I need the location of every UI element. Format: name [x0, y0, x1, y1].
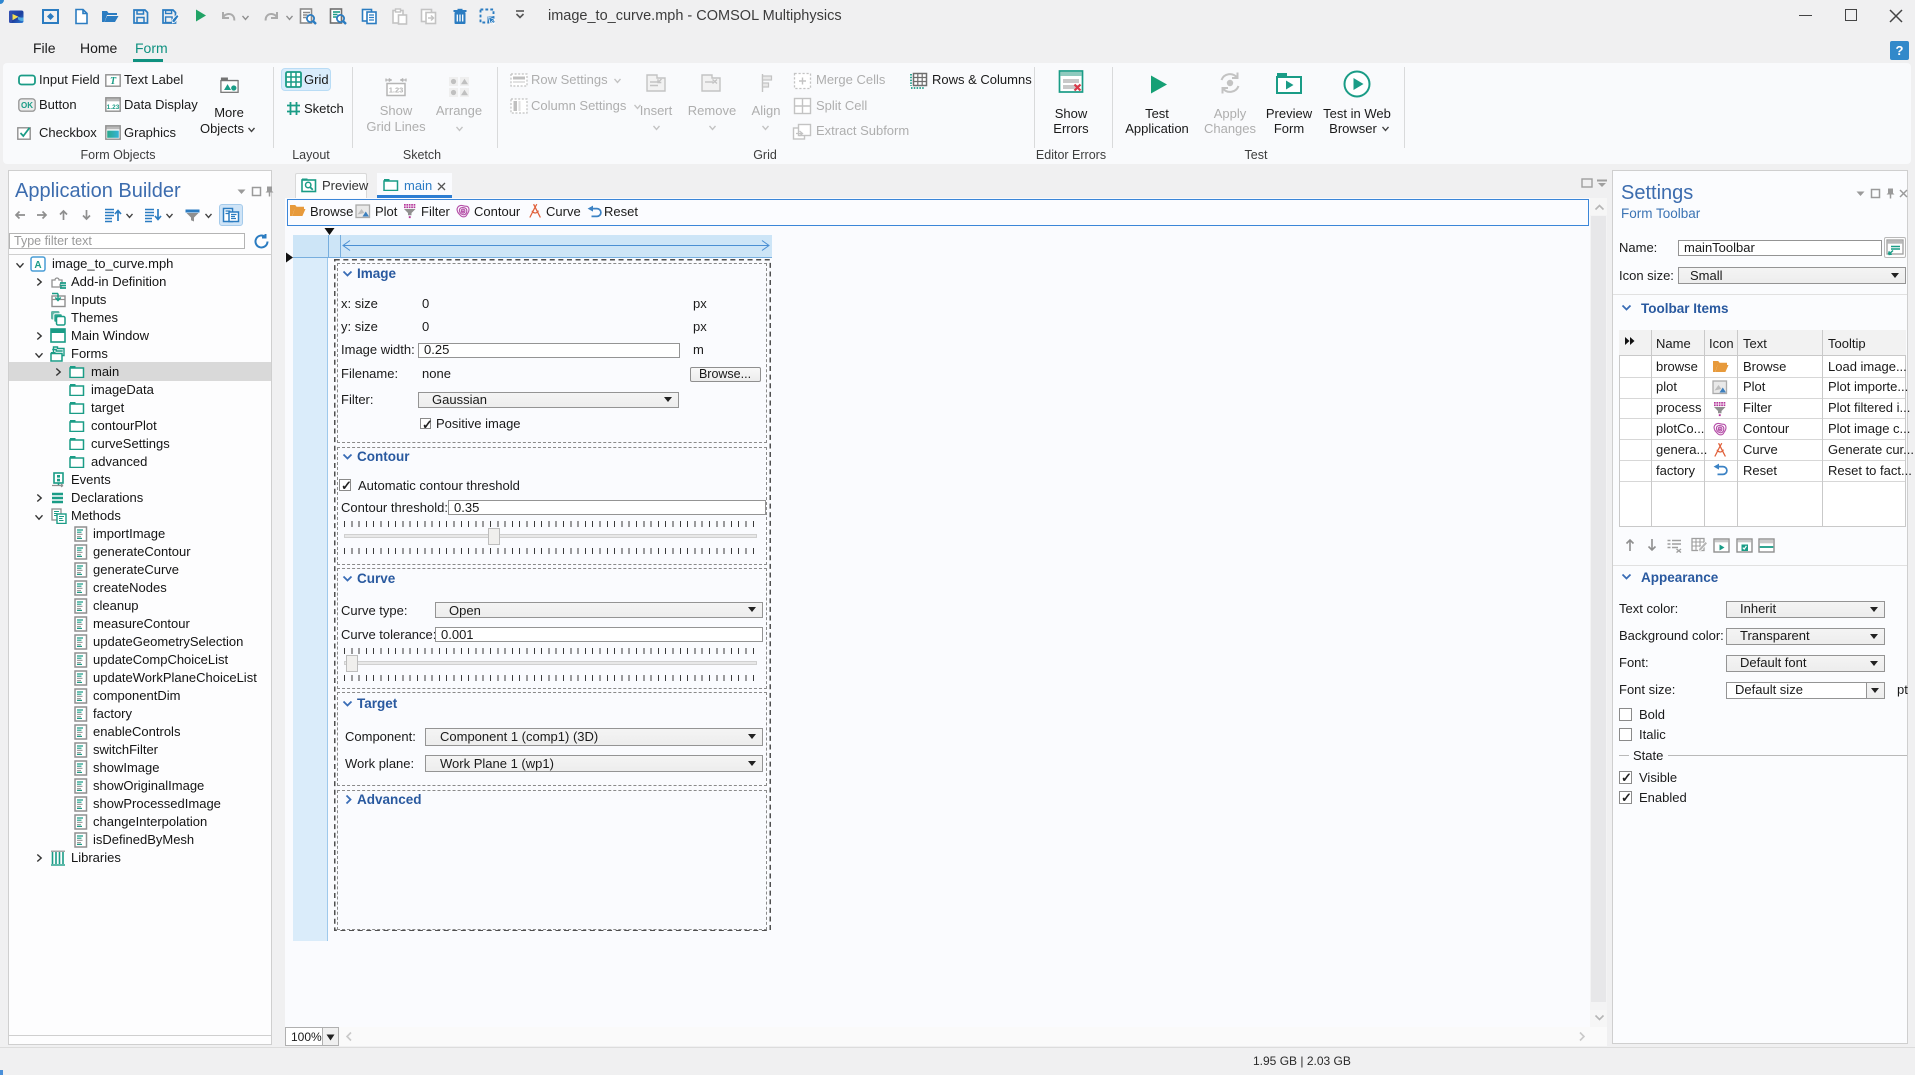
svg-text:1.23: 1.23	[389, 86, 404, 95]
svg-text:A: A	[34, 260, 41, 271]
svg-text:T: T	[110, 76, 117, 87]
